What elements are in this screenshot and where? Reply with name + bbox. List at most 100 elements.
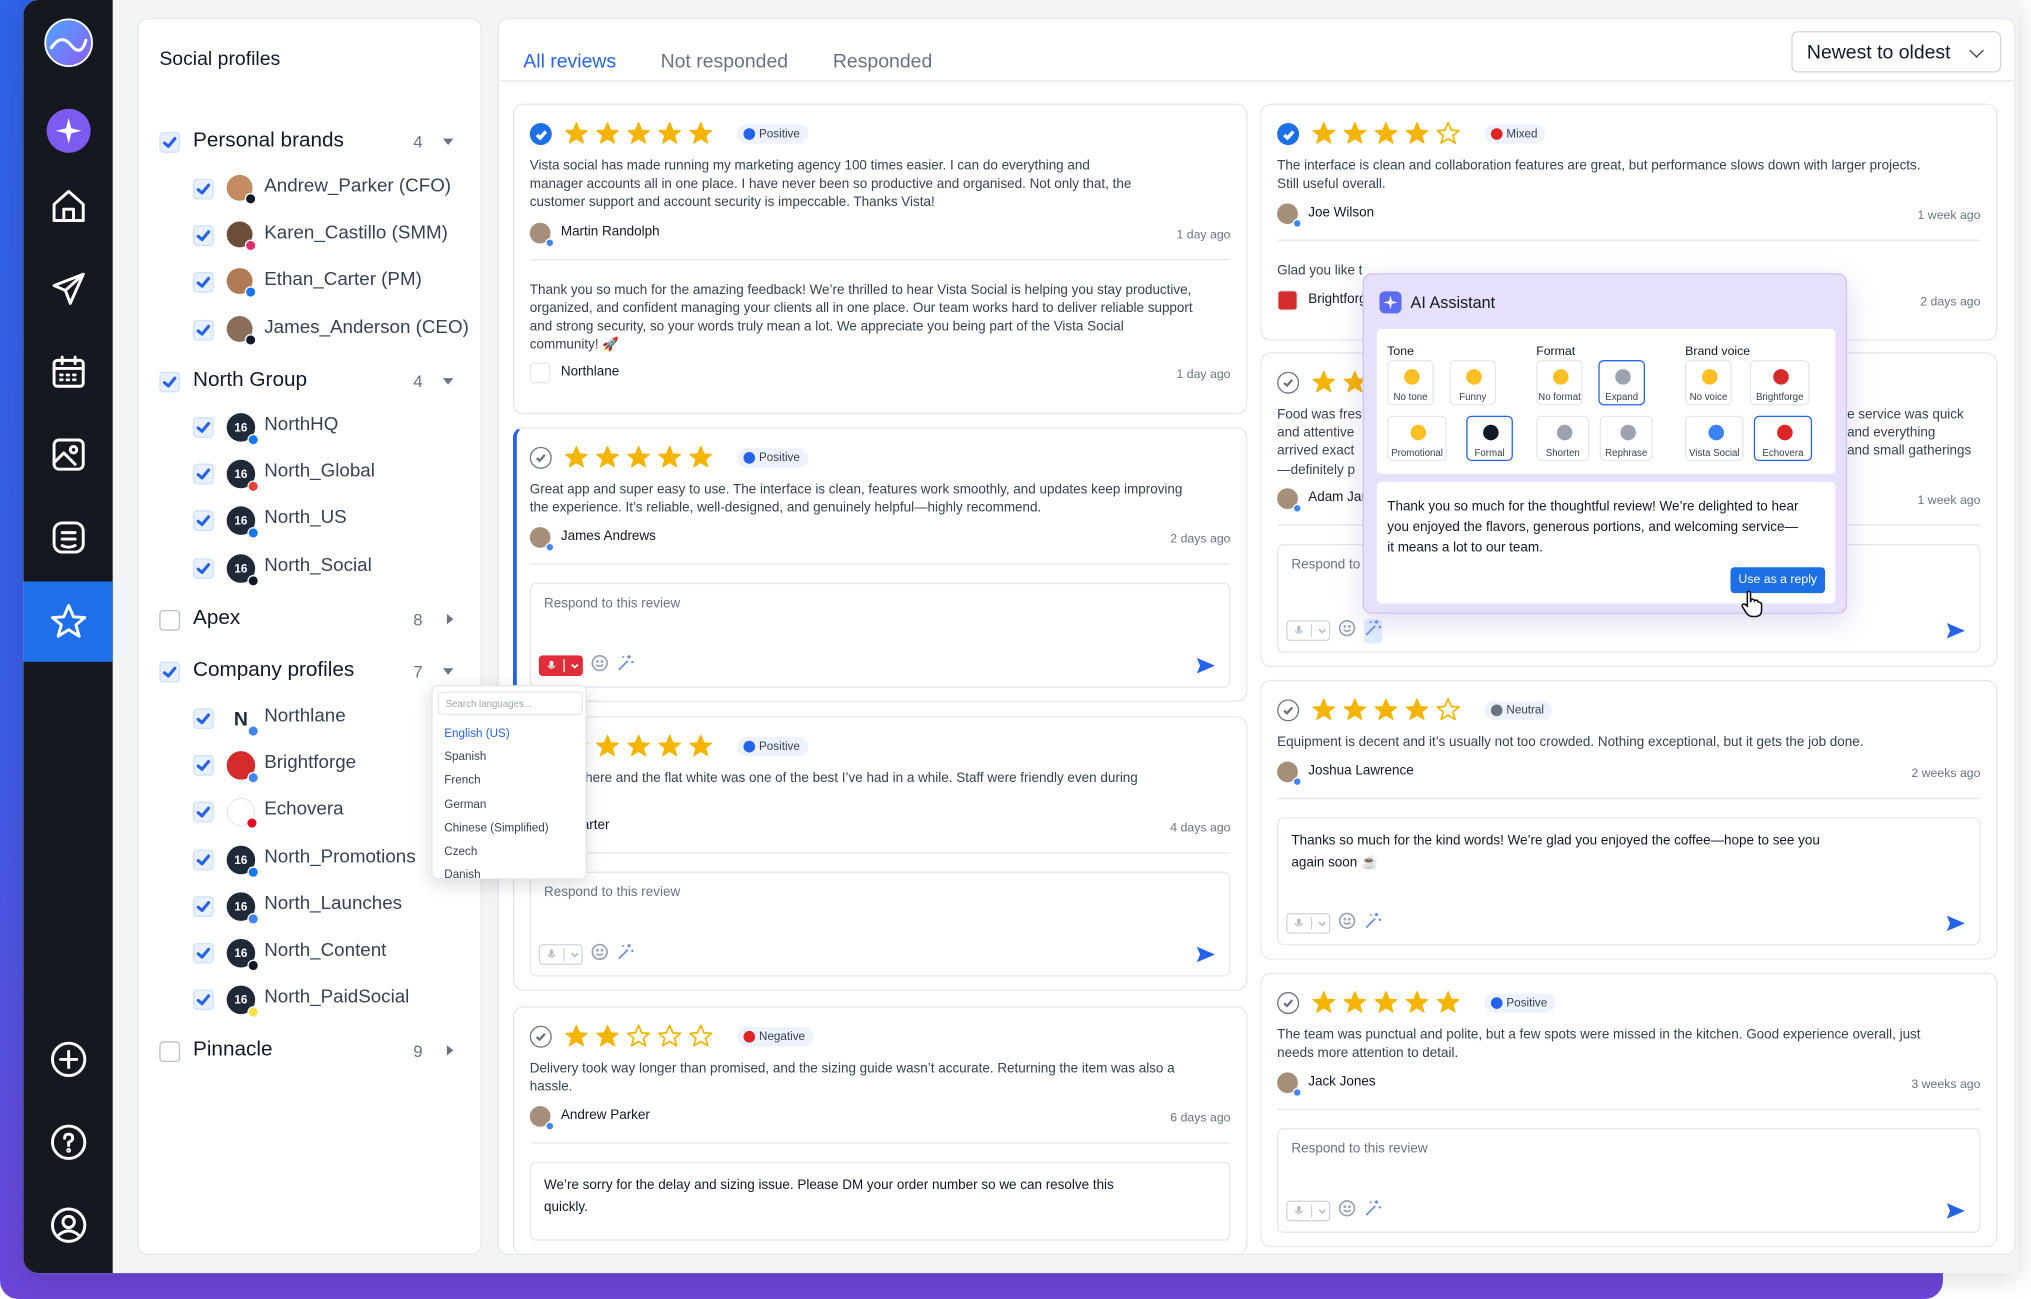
profile-name[interactable]: North_Promotions bbox=[264, 846, 415, 867]
ai-option-no-tone[interactable]: No tone bbox=[1387, 360, 1434, 406]
send-nav-icon[interactable] bbox=[44, 264, 93, 313]
ai-option-expand[interactable]: Expand bbox=[1598, 360, 1646, 406]
ai-option-brightforge[interactable]: Brightforge bbox=[1749, 360, 1810, 406]
profile-checkbox[interactable] bbox=[192, 417, 214, 438]
profile-name[interactable]: North_Content bbox=[264, 940, 386, 961]
review-card[interactable]: Neutral Equipment is decent and it’s usua… bbox=[1260, 679, 1998, 960]
profile-checkbox[interactable] bbox=[192, 989, 214, 1011]
send-icon[interactable] bbox=[1196, 655, 1217, 676]
profile-checkbox[interactable] bbox=[192, 942, 214, 964]
profile-name[interactable]: Karen_Castillo (SMM) bbox=[264, 223, 448, 244]
group-checkbox[interactable] bbox=[159, 609, 181, 631]
group-label[interactable]: Apex bbox=[193, 607, 240, 630]
profile-checkbox[interactable] bbox=[192, 849, 214, 870]
profile-name[interactable]: North_US bbox=[264, 508, 346, 529]
profile-checkbox[interactable] bbox=[192, 802, 214, 823]
profile-name[interactable]: James_Anderson (CEO) bbox=[264, 317, 469, 338]
emoji-icon[interactable] bbox=[591, 654, 609, 679]
emoji-icon[interactable] bbox=[591, 943, 609, 968]
group-checkbox[interactable] bbox=[159, 1041, 181, 1062]
language-option[interactable]: Danish bbox=[444, 868, 480, 878]
caret-down-icon[interactable] bbox=[442, 668, 454, 675]
select-check-icon[interactable] bbox=[1277, 371, 1300, 394]
selected-check-icon[interactable] bbox=[1277, 123, 1300, 146]
caret-right-icon[interactable] bbox=[446, 613, 454, 625]
profile-checkbox[interactable] bbox=[192, 895, 214, 917]
language-option[interactable]: French bbox=[444, 774, 480, 787]
ai-option-no-format[interactable]: No format bbox=[1536, 360, 1583, 406]
reply-input[interactable]: We’re sorry for the delay and sizing iss… bbox=[529, 1162, 1231, 1241]
profile-checkbox[interactable] bbox=[192, 319, 214, 341]
account-icon[interactable] bbox=[44, 1201, 93, 1250]
inbox-icon[interactable] bbox=[44, 513, 93, 562]
group-label[interactable]: North Group bbox=[193, 369, 307, 392]
app-logo[interactable] bbox=[44, 18, 93, 68]
ai-wand-icon[interactable] bbox=[1364, 1199, 1382, 1224]
reviews-star-icon[interactable] bbox=[44, 597, 93, 646]
ai-wand-icon[interactable] bbox=[617, 654, 635, 679]
profile-checkbox[interactable] bbox=[192, 557, 214, 579]
send-icon[interactable] bbox=[1946, 913, 1967, 934]
profile-name[interactable]: North_Social bbox=[264, 555, 372, 576]
profile-name[interactable]: Northlane bbox=[264, 706, 345, 727]
ai-option-no-voice[interactable]: No voice bbox=[1685, 360, 1732, 406]
review-card[interactable]: Positive Great app and super easy to use.… bbox=[512, 427, 1248, 702]
emoji-icon[interactable] bbox=[1338, 619, 1356, 644]
profile-name[interactable]: NorthHQ bbox=[264, 414, 338, 435]
ai-option-echovera[interactable]: Echovera bbox=[1753, 415, 1813, 462]
tab-not-responded[interactable]: Not responded bbox=[661, 51, 788, 73]
profile-name[interactable]: North_Launches bbox=[264, 893, 402, 914]
language-option[interactable]: English (US) bbox=[444, 727, 509, 740]
reply-input[interactable]: Respond to this review bbox=[1277, 1128, 1981, 1233]
review-card[interactable]: Negative Delivery took way longer than pr… bbox=[512, 1006, 1248, 1255]
language-option[interactable]: Spanish bbox=[444, 750, 486, 763]
profile-checkbox[interactable] bbox=[192, 755, 214, 777]
profile-name[interactable]: North_PaidSocial bbox=[264, 987, 409, 1008]
reply-input[interactable]: Respond to this review bbox=[529, 872, 1231, 977]
microphone-button[interactable] bbox=[1286, 1201, 1331, 1222]
profile-name[interactable]: North_Global bbox=[264, 461, 375, 482]
language-search-input[interactable]: Search languages... bbox=[437, 691, 583, 715]
review-card[interactable]: Positive Vista social has made running my… bbox=[512, 103, 1248, 415]
ai-option-shorten[interactable]: Shorten bbox=[1536, 415, 1590, 462]
language-option[interactable]: Chinese (Simplified) bbox=[444, 821, 548, 834]
ai-option-vista-social[interactable]: Vista Social bbox=[1685, 415, 1744, 462]
group-checkbox[interactable] bbox=[159, 661, 181, 683]
select-check-icon[interactable] bbox=[529, 446, 552, 469]
group-label[interactable]: Pinnacle bbox=[193, 1039, 272, 1062]
review-card[interactable]: Positive The team was punctual and polite… bbox=[1260, 972, 1998, 1248]
group-checkbox[interactable] bbox=[159, 371, 181, 393]
emoji-icon[interactable] bbox=[1338, 912, 1356, 937]
emoji-icon[interactable] bbox=[1338, 1199, 1356, 1224]
caret-down-icon[interactable] bbox=[442, 378, 454, 385]
select-check-icon[interactable] bbox=[529, 1025, 552, 1048]
send-icon[interactable] bbox=[1946, 620, 1967, 641]
review-card[interactable]: Positive e atmosphere and the flat white … bbox=[512, 716, 1248, 991]
microphone-button[interactable] bbox=[1286, 913, 1331, 935]
language-option[interactable]: Czech bbox=[444, 844, 477, 857]
profile-checkbox[interactable] bbox=[192, 708, 214, 730]
home-icon[interactable] bbox=[44, 181, 93, 230]
reply-input[interactable]: Respond to this review bbox=[529, 583, 1231, 688]
calendar-icon[interactable] bbox=[44, 347, 93, 396]
group-checkbox[interactable] bbox=[159, 132, 181, 153]
send-icon[interactable] bbox=[1196, 944, 1217, 965]
help-icon[interactable] bbox=[44, 1118, 93, 1167]
ai-option-formal[interactable]: Formal bbox=[1466, 415, 1513, 462]
ai-option-rephrase[interactable]: Rephrase bbox=[1599, 415, 1653, 462]
media-library-icon[interactable] bbox=[44, 430, 93, 479]
ai-option-funny[interactable]: Funny bbox=[1449, 360, 1497, 406]
microphone-button[interactable] bbox=[538, 655, 583, 677]
tab-all-reviews[interactable]: All reviews bbox=[523, 51, 616, 73]
reply-input[interactable]: Thanks so much for the kind words! We’re… bbox=[1277, 817, 1981, 946]
microphone-button[interactable] bbox=[538, 944, 583, 966]
tab-responded[interactable]: Responded bbox=[833, 51, 932, 73]
add-icon[interactable] bbox=[44, 1035, 93, 1084]
profile-checkbox[interactable] bbox=[192, 272, 214, 294]
profile-checkbox[interactable] bbox=[192, 463, 214, 485]
profile-checkbox[interactable] bbox=[192, 225, 214, 247]
ai-wand-icon[interactable] bbox=[1363, 619, 1383, 644]
ai-option-promotional[interactable]: Promotional bbox=[1387, 415, 1447, 462]
profile-name[interactable]: Andrew_Parker (CFO) bbox=[264, 176, 451, 197]
caret-down-icon[interactable] bbox=[442, 138, 454, 146]
